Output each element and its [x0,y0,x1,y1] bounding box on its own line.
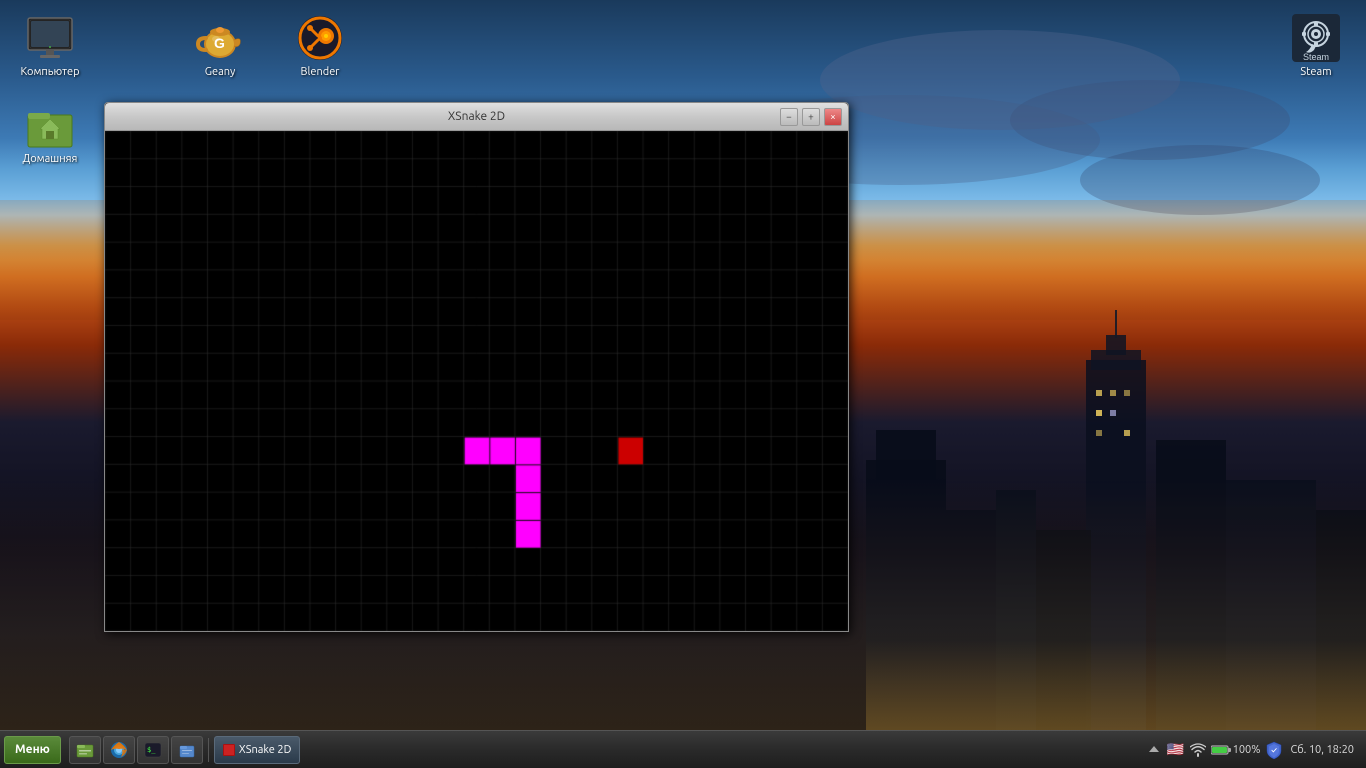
game-canvas[interactable] [105,131,848,631]
svg-text:✓: ✓ [1271,746,1277,755]
svg-text:$_: $_ [147,746,156,754]
taskbar-filemanager-icon[interactable] [69,736,101,764]
taskbar-thunar-icon[interactable] [171,736,203,764]
taskbar: Меню [0,730,1366,768]
app-indicator [223,744,235,756]
taskbar-app-label: XSnake 2D [239,744,291,756]
close-button[interactable]: × [824,108,842,126]
battery-label: 100% [1233,744,1261,756]
minimize-button[interactable]: − [780,108,798,126]
tray-shield-icon[interactable]: ✓ [1265,741,1283,759]
geany-icon-label: Geany [205,66,236,78]
taskbar-quicklaunch: $_ [69,736,203,764]
tray-datetime[interactable]: Сб. 10, 18:20 [1287,744,1358,756]
steam-icon: Steam [1292,14,1340,62]
window-titlebar[interactable]: XSnake 2D − + × [105,103,848,131]
computer-icon-label: Компьютер [20,66,79,78]
window-controls: − + × [780,108,842,126]
taskbar-menu-button[interactable]: Меню [4,736,61,764]
desktop-icon-home[interactable]: Домашняя [10,97,90,169]
computer-icon [26,14,74,62]
steam-icon-label: Steam [1300,66,1331,78]
desktop-icon-blender[interactable]: Blender [280,10,360,82]
xsnake-window: XSnake 2D − + × [104,102,849,632]
menu-label: Меню [15,743,50,756]
taskbar-firefox-icon[interactable] [103,736,135,764]
tray-expand-icon[interactable] [1145,741,1163,759]
taskbar-separator-1 [208,738,209,762]
geany-icon: G [196,14,244,62]
desktop-icon-steam[interactable]: Steam Steam [1276,10,1356,82]
tray-wifi-icon[interactable] [1189,741,1207,759]
tray-keyboard-layout[interactable]: 🇺🇸 [1167,741,1185,759]
snake-game-canvas[interactable] [105,131,848,631]
home-icon [26,101,74,149]
taskbar-terminal-icon[interactable]: $_ [137,736,169,764]
home-icon-label: Домашняя [23,153,78,165]
taskbar-app-xsnake[interactable]: XSnake 2D [214,736,300,764]
svg-text:G: G [214,35,225,51]
desktop-icon-computer[interactable]: Компьютер [10,10,90,82]
window-title: XSnake 2D [113,110,840,123]
blender-icon [296,14,344,62]
taskbar-tray: 🇺🇸 100% ✓ [1141,741,1362,759]
maximize-button[interactable]: + [802,108,820,126]
blender-icon-label: Blender [301,66,340,78]
svg-text:Steam: Steam [1303,52,1329,62]
tray-battery[interactable]: 100% [1211,744,1261,756]
desktop-icon-geany[interactable]: G Geany [180,10,260,82]
desktop-icons-left: Компьютер Домашняя [10,10,90,169]
desktop-icons-top: G Geany Ble [180,10,360,82]
